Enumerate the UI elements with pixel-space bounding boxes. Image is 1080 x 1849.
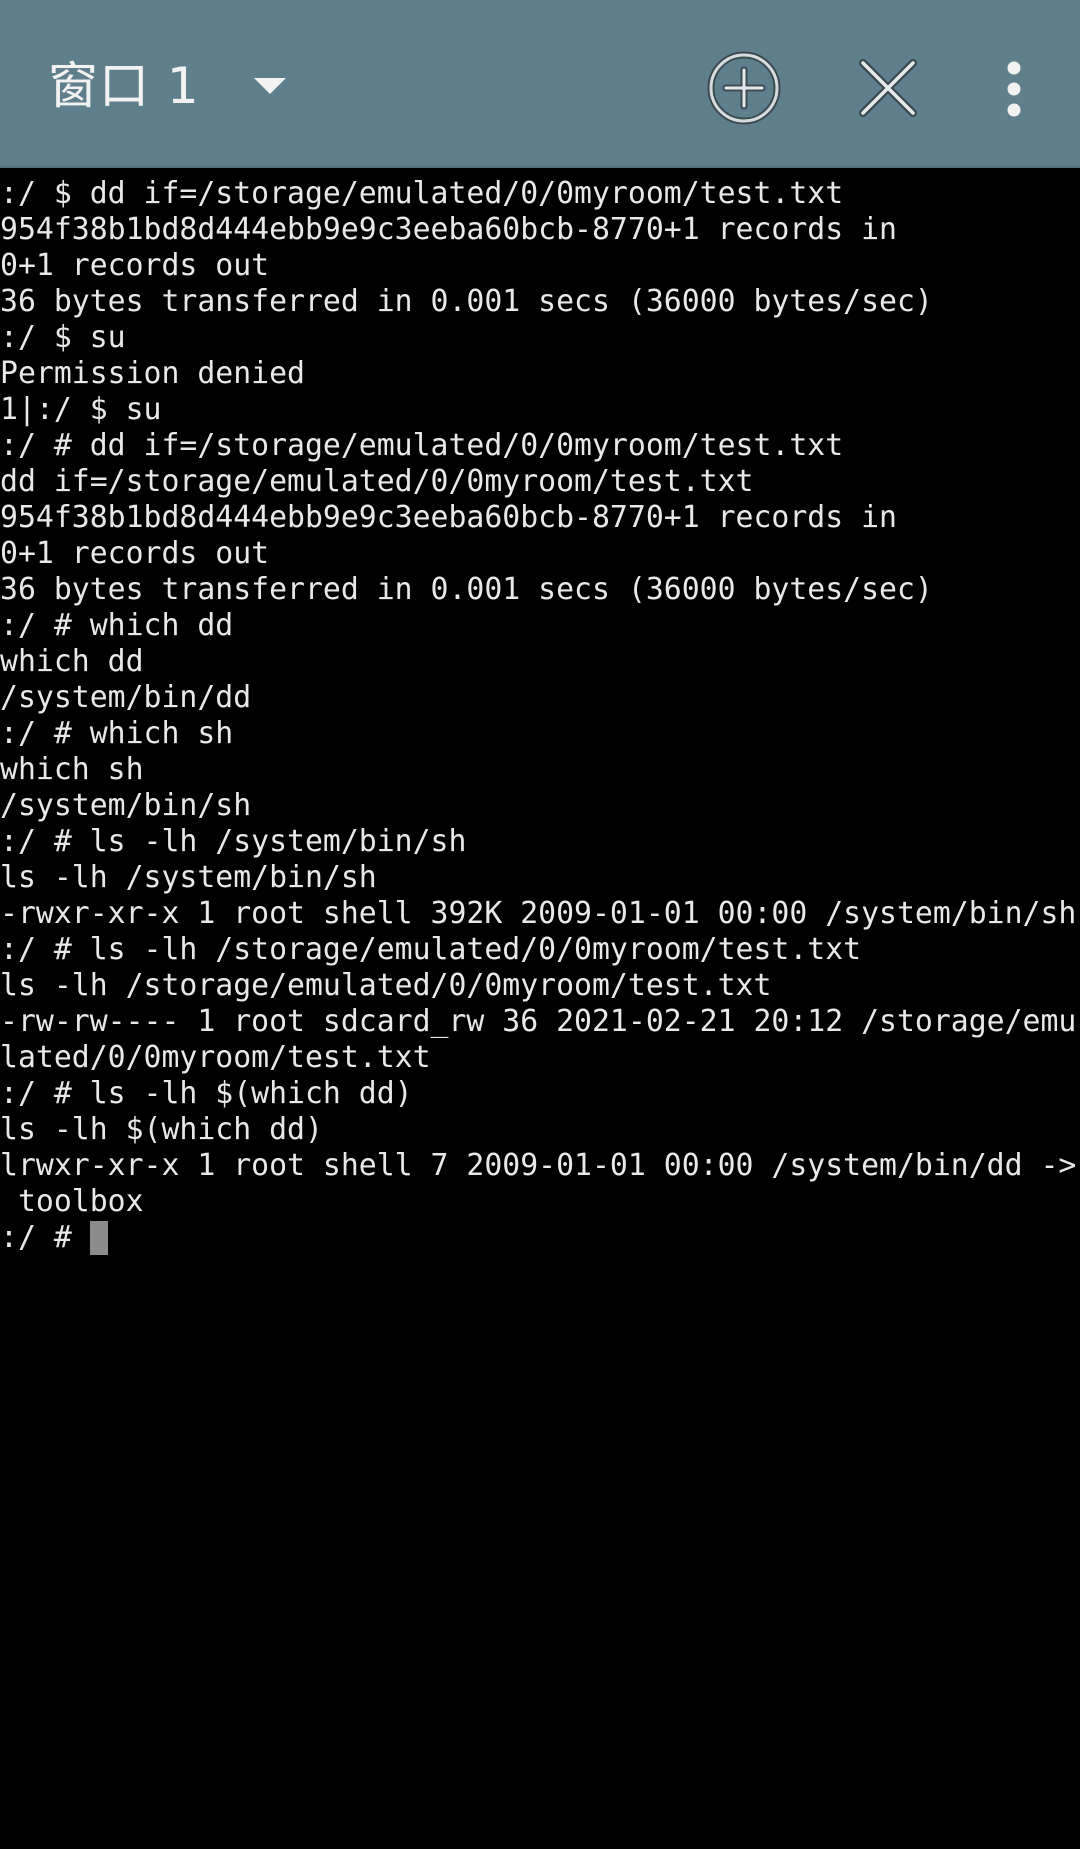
new-window-button[interactable]	[702, 46, 786, 130]
terminal-app: 窗口 1 :/ $ dd if=/storage/emulated/0/0myr…	[0, 0, 1080, 1849]
terminal-line: 0+1 records out	[0, 536, 270, 571]
terminal-line: :/ $ su	[0, 320, 126, 355]
close-icon	[859, 59, 917, 117]
terminal-line: :/ # which dd	[0, 608, 234, 643]
terminal-line: 1|:/ $ su	[0, 392, 162, 427]
window-title: 窗口 1	[48, 57, 200, 115]
more-vert-icon	[1007, 61, 1021, 117]
terminal-line: /system/bin/dd	[0, 680, 252, 715]
terminal-line: :/ $ dd if=/storage/emulated/0/0myroom/t…	[0, 176, 844, 211]
terminal-line: -rw-rw---- 1 root sdcard_rw 36 2021-02-2…	[0, 1004, 1077, 1039]
terminal-output[interactable]: :/ $ dd if=/storage/emulated/0/0myroom/t…	[0, 176, 1080, 1849]
terminal-line: :/ # ls -lh $(which dd)	[0, 1076, 413, 1111]
terminal-line: ls -lh /storage/emulated/0/0myroom/test.…	[0, 968, 772, 1003]
terminal-line: which dd	[0, 644, 144, 679]
terminal-line: 0+1 records out	[0, 248, 270, 283]
add-circle-icon	[707, 51, 781, 125]
text-cursor	[89, 1221, 108, 1255]
caret-down-icon	[253, 78, 286, 94]
terminal-line: dd if=/storage/emulated/0/0myroom/test.t…	[0, 464, 754, 499]
terminal-line: which sh	[0, 752, 144, 787]
terminal-line: lrwxr-xr-x 1 root shell 7 2009-01-01 00:…	[0, 1148, 1077, 1183]
prompt-line: :/ #	[0, 1220, 1080, 1256]
terminal-line: ls -lh $(which dd)	[0, 1112, 323, 1147]
terminal-line: :/ # dd if=/storage/emulated/0/0myroom/t…	[0, 428, 844, 463]
window-selector[interactable]: 窗口 1	[48, 46, 286, 126]
close-window-button[interactable]	[846, 46, 930, 130]
terminal-line: :/ # ls -lh /storage/emulated/0/0myroom/…	[0, 932, 862, 967]
prompt-text: :/ #	[0, 1220, 90, 1255]
terminal-lines: :/ $ dd if=/storage/emulated/0/0myroom/t…	[0, 176, 1080, 1220]
terminal-line: :/ # ls -lh /system/bin/sh	[0, 824, 467, 859]
terminal-line: ls -lh /system/bin/sh	[0, 860, 377, 895]
terminal-line: :/ # which sh	[0, 716, 234, 751]
app-bar: 窗口 1	[0, 0, 1080, 168]
terminal-line: -rwxr-xr-x 1 root shell 392K 2009-01-01 …	[0, 896, 1077, 931]
terminal-line: 36 bytes transferred in 0.001 secs (3600…	[0, 572, 933, 607]
terminal-line: /system/bin/sh	[0, 788, 252, 823]
terminal-line: lated/0/0myroom/test.txt	[0, 1040, 431, 1075]
terminal-line: 36 bytes transferred in 0.001 secs (3600…	[0, 284, 933, 319]
terminal-line: 954f38b1bd8d444ebb9e9c3eeba60bcb-8770+1 …	[0, 212, 897, 247]
terminal-line: toolbox	[0, 1184, 144, 1219]
terminal-line: Permission denied	[0, 356, 305, 391]
overflow-menu-button[interactable]	[972, 46, 1056, 130]
terminal-line: 954f38b1bd8d444ebb9e9c3eeba60bcb-8770+1 …	[0, 500, 897, 535]
